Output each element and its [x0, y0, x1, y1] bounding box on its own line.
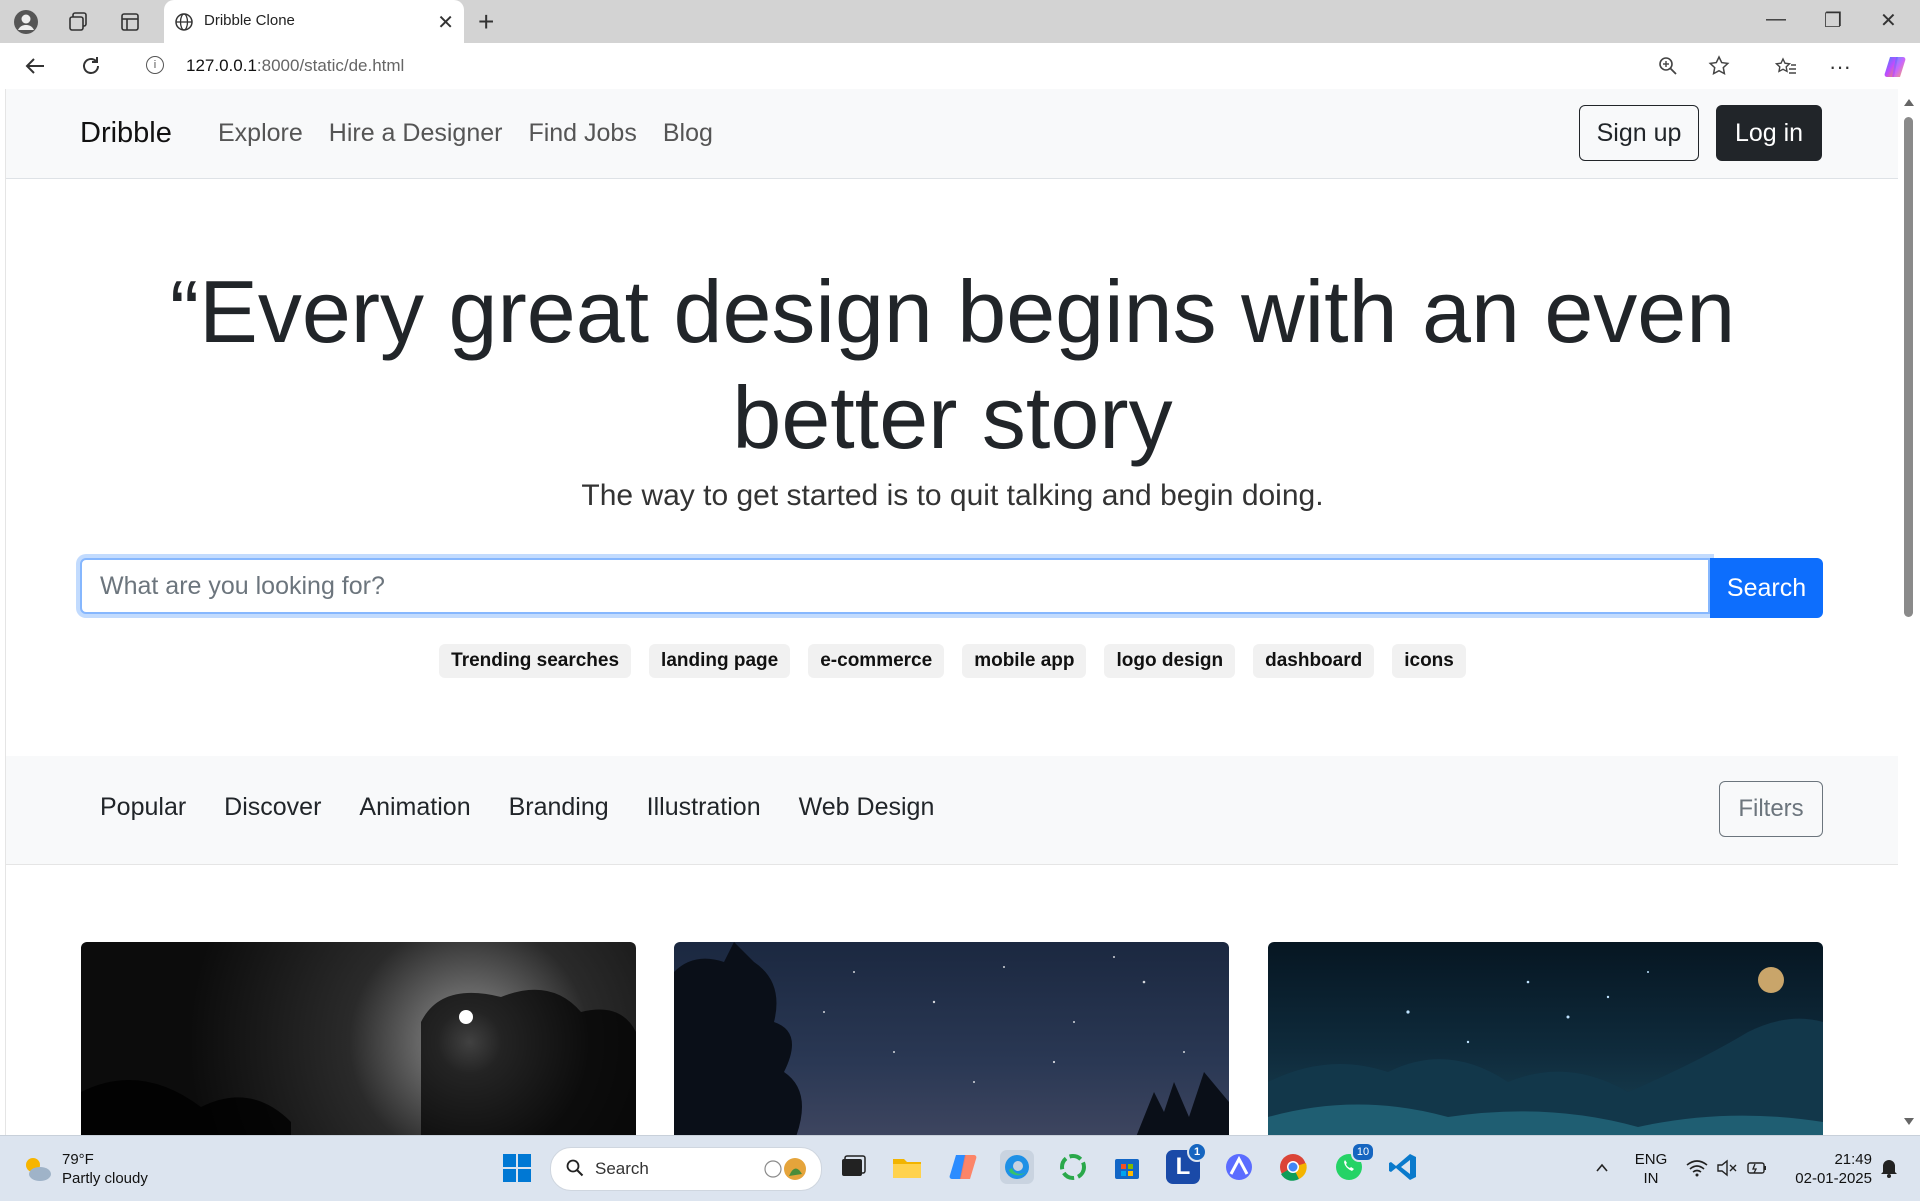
l-app-icon[interactable]: L 1 [1166, 1142, 1207, 1184]
profile-icon[interactable] [12, 8, 40, 36]
address-url: 127.0.0.1:8000/static/de.html [186, 56, 405, 75]
category-branding[interactable]: Branding [509, 793, 609, 822]
taskbar-search[interactable]: Search [550, 1147, 822, 1191]
page-viewport: Dribble Explore Hire a Designer Find Job… [5, 89, 1899, 1135]
page-scrollbar[interactable] [1898, 89, 1920, 1135]
hero-subtitle: The way to get started is to quit talkin… [581, 479, 1324, 512]
notification-bell-icon[interactable] [1878, 1156, 1900, 1180]
weather-condition: Partly cloudy [62, 1170, 148, 1187]
scrollbar-thumb[interactable] [1904, 117, 1913, 617]
region-code: IN [1643, 1170, 1659, 1187]
tab-title: Dribble Clone [204, 12, 295, 29]
chevron-up-icon[interactable] [1592, 1158, 1612, 1178]
site-navbar: Dribble Explore Hire a Designer Find Job… [6, 89, 1899, 179]
windows-start-icon[interactable] [500, 1151, 534, 1185]
arc-app-icon[interactable] [1222, 1150, 1256, 1184]
refresh-app-icon[interactable] [1056, 1150, 1090, 1184]
category-web-design[interactable]: Web Design [799, 793, 935, 822]
hero-title: “Every great design begins with an even … [169, 262, 1736, 467]
nav-link-blog[interactable]: Blog [663, 119, 713, 148]
shot-card-streetlight[interactable] [81, 942, 636, 1135]
trending-tag[interactable]: logo design [1104, 644, 1236, 678]
notification-badge: 10 [1351, 1142, 1375, 1162]
vscode-icon[interactable] [1386, 1150, 1420, 1184]
card-image-moon-clouds [1268, 967, 1823, 1135]
file-explorer-icon[interactable] [890, 1150, 924, 1184]
card-image-stars [674, 942, 1229, 1135]
category-list: Popular Discover Animation Branding Illu… [100, 793, 934, 822]
minimize-icon[interactable]: — [1766, 8, 1786, 31]
globe-icon [174, 12, 194, 32]
card-image-trees [81, 989, 636, 1135]
clock[interactable]: 21:49 02-01-2025 [1782, 1150, 1872, 1188]
category-bar: Popular Discover Animation Branding Illu… [6, 756, 1899, 865]
trending-tags: Trending searches landing page e-commerc… [6, 644, 1899, 678]
clock-time: 21:49 [1834, 1151, 1872, 1168]
search-icon [565, 1158, 585, 1178]
copilot-app-icon[interactable] [946, 1150, 980, 1184]
address-bar[interactable]: i 127.0.0.1:8000/static/de.html [126, 46, 1750, 84]
windows-taskbar: 79°F Partly cloudy Search L 1 10 ENG IN [0, 1135, 1920, 1201]
search-highlight-icon [759, 1154, 809, 1184]
new-tab-icon[interactable]: + [478, 6, 494, 38]
category-illustration[interactable]: Illustration [647, 793, 761, 822]
weather-temp: 79°F [62, 1151, 94, 1168]
restore-icon[interactable]: ❐ [1824, 8, 1842, 33]
notification-badge: 1 [1187, 1142, 1207, 1162]
login-button[interactable]: Log in [1716, 105, 1822, 161]
task-view-icon[interactable] [836, 1150, 870, 1184]
microsoft-store-icon[interactable] [1110, 1150, 1144, 1184]
more-options-icon[interactable]: ··· [1826, 53, 1854, 81]
nav-link-explore[interactable]: Explore [218, 119, 303, 148]
weather-widget[interactable]: 79°F Partly cloudy [20, 1150, 148, 1188]
search-group: Search [80, 558, 1823, 618]
close-window-icon[interactable]: ✕ [1880, 8, 1897, 33]
scroll-down-arrow-icon[interactable] [1904, 1118, 1914, 1125]
language-indicator[interactable]: ENG IN [1630, 1150, 1672, 1188]
edge-browser-icon[interactable] [1000, 1150, 1034, 1184]
browser-tabstrip: Dribble Clone ✕ + — ❐ ✕ [0, 0, 1920, 43]
nav-link-find-jobs[interactable]: Find Jobs [528, 119, 636, 148]
volume-muted-icon[interactable] [1716, 1158, 1738, 1178]
site-info-icon[interactable]: i [146, 56, 164, 74]
nav-link-hire-designer[interactable]: Hire a Designer [329, 119, 503, 148]
trending-tag[interactable]: icons [1392, 644, 1466, 678]
trending-tag[interactable]: e-commerce [808, 644, 945, 678]
category-animation[interactable]: Animation [359, 793, 470, 822]
whatsapp-icon[interactable]: 10 [1332, 1142, 1375, 1184]
workspaces-icon[interactable] [64, 8, 92, 36]
chrome-icon[interactable] [1276, 1150, 1310, 1184]
wifi-icon[interactable] [1686, 1158, 1708, 1178]
trending-label: Trending searches [439, 644, 632, 678]
clock-date: 02-01-2025 [1795, 1170, 1872, 1187]
close-tab-icon[interactable]: ✕ [437, 10, 454, 35]
taskbar-search-label: Search [595, 1159, 649, 1178]
zoom-icon[interactable] [1656, 54, 1680, 78]
category-discover[interactable]: Discover [224, 793, 321, 822]
browser-tab[interactable]: Dribble Clone ✕ [164, 0, 464, 43]
vertical-tabs-icon[interactable] [116, 8, 144, 36]
search-button[interactable]: Search [1710, 558, 1823, 618]
copilot-icon[interactable] [1880, 52, 1910, 82]
signup-button[interactable]: Sign up [1579, 105, 1699, 161]
trending-tag[interactable]: landing page [649, 644, 791, 678]
nav-links: Explore Hire a Designer Find Jobs Blog [218, 119, 713, 148]
shot-card-night-clouds[interactable] [1268, 942, 1823, 1135]
language-code: ENG [1634, 1151, 1668, 1168]
partly-cloudy-icon [26, 1158, 51, 1181]
battery-icon[interactable] [1746, 1158, 1768, 1178]
shot-card-starry-forest[interactable] [674, 942, 1229, 1135]
search-input[interactable] [80, 558, 1710, 614]
refresh-icon[interactable] [76, 51, 106, 81]
trending-tag[interactable]: dashboard [1253, 644, 1375, 678]
brand-logo[interactable]: Dribble [80, 117, 172, 150]
favorites-icon[interactable] [1772, 53, 1800, 81]
back-icon[interactable] [20, 51, 50, 81]
scroll-up-arrow-icon[interactable] [1904, 99, 1914, 106]
category-popular[interactable]: Popular [100, 793, 186, 822]
filters-button[interactable]: Filters [1719, 781, 1823, 837]
trending-tag[interactable]: mobile app [962, 644, 1087, 678]
favorite-star-icon[interactable] [1706, 53, 1732, 79]
